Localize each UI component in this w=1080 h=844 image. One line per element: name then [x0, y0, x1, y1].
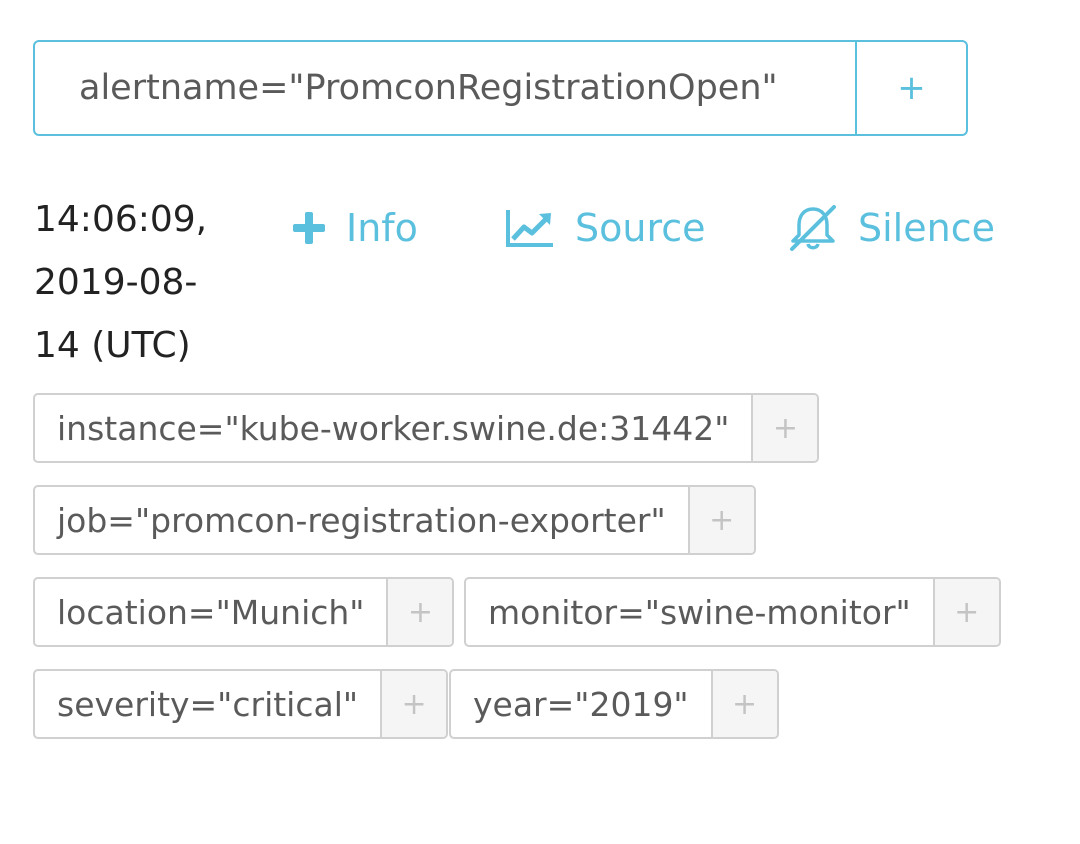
label-add-filter-button[interactable]: +: [380, 671, 447, 737]
label-add-filter-button[interactable]: +: [710, 671, 777, 737]
label-chip-job: job="promcon-registration-exporter" +: [33, 485, 756, 555]
label-add-filter-button[interactable]: +: [386, 579, 453, 645]
chart-line-icon: [505, 208, 555, 248]
info-button[interactable]: Info: [292, 200, 418, 256]
label-add-filter-button[interactable]: +: [751, 395, 818, 461]
label-add-filter-button[interactable]: +: [932, 579, 999, 645]
silence-label: Silence: [858, 206, 995, 250]
label-chip-location: location="Munich" +: [33, 577, 455, 647]
label-text: year="2019": [473, 684, 689, 724]
label-text: location="Munich": [57, 592, 365, 632]
label-text: monitor="swine-monitor": [488, 592, 911, 632]
plus-icon: [292, 211, 326, 245]
alertname-add-filter-button[interactable]: +: [855, 42, 966, 134]
label-add-filter-button[interactable]: +: [687, 487, 754, 553]
label-chip-severity: severity="critical" +: [33, 669, 449, 739]
info-label: Info: [346, 206, 418, 250]
label-chip-instance: instance="kube-worker.swine.de:31442" +: [33, 393, 820, 463]
alertname-chip: alertname="PromconRegistrationOpen" +: [33, 40, 968, 136]
source-button[interactable]: Source: [505, 200, 706, 256]
alertname-label: alertname="PromconRegistrationOpen": [79, 68, 778, 108]
bell-slash-icon: [788, 205, 838, 251]
label-text: job="promcon-registration-exporter": [57, 500, 666, 540]
source-label: Source: [575, 206, 706, 250]
label-text: severity="critical": [57, 684, 359, 724]
label-chip-year: year="2019" +: [449, 669, 779, 739]
alert-timestamp: 14:06:09, 2019-08-14 (UTC): [34, 199, 208, 366]
silence-button[interactable]: Silence: [788, 200, 995, 256]
label-text: instance="kube-worker.swine.de:31442": [57, 408, 730, 448]
label-chip-monitor: monitor="swine-monitor" +: [464, 577, 1001, 647]
